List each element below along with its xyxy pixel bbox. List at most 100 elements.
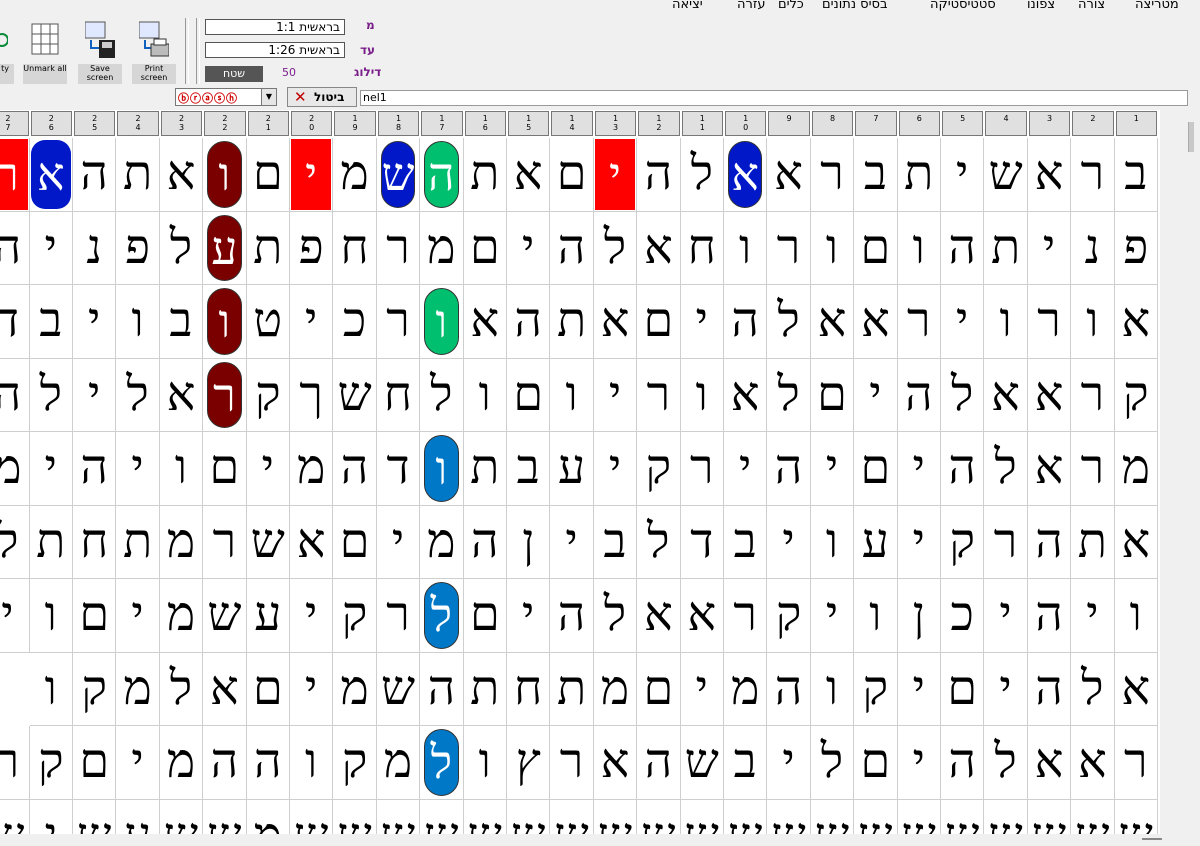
column-header[interactable]: 9 <box>768 111 810 136</box>
matrix-cell[interactable]: י <box>376 505 421 579</box>
matrix-cell[interactable]: כ <box>333 285 377 359</box>
matrix-cell[interactable]: ם <box>507 358 551 432</box>
matrix-cell[interactable]: י <box>246 432 290 506</box>
matrix-cell[interactable]: א <box>724 358 768 432</box>
matrix-cell[interactable]: ו <box>1071 285 1115 359</box>
column-header[interactable]: 1 9 <box>334 111 376 136</box>
matrix-cell[interactable]: י <box>507 211 551 285</box>
matrix-cell[interactable]: א <box>463 285 507 359</box>
matrix-cell[interactable]: ת <box>984 211 1028 285</box>
matrix-cell[interactable]: ר <box>0 138 30 212</box>
matrix-cell[interactable]: ו <box>116 285 160 359</box>
matrix-cell[interactable]: ו <box>420 432 464 506</box>
matrix-cell[interactable]: ר <box>550 726 594 800</box>
matrix-cell[interactable]: ה <box>767 652 811 726</box>
matrix-cell[interactable]: ל <box>159 652 204 726</box>
matrix-cell[interactable]: ב <box>854 138 898 212</box>
matrix-cell[interactable]: ה <box>550 211 594 285</box>
column-header[interactable]: 2 <box>1072 111 1114 136</box>
matrix-cell[interactable]: ק <box>941 505 985 579</box>
matrix-cell[interactable]: ם <box>854 726 898 800</box>
menu-item-4[interactable]: בסיס נתונים <box>822 0 887 12</box>
matrix-cell[interactable]: פ <box>1114 211 1158 285</box>
matrix-cell[interactable]: ה <box>1027 579 1072 653</box>
matrix-cell[interactable]: י <box>507 579 551 653</box>
menu-item-6[interactable]: עזרה <box>737 0 765 12</box>
matrix-cell[interactable]: מ <box>593 652 638 726</box>
matrix-cell[interactable]: ד <box>0 285 30 359</box>
matrix-cell[interactable]: מ <box>116 652 160 726</box>
column-header[interactable]: 1 1 <box>681 111 723 136</box>
matrix-cell[interactable]: ש <box>681 799 724 834</box>
matrix-cell[interactable]: ע <box>116 799 160 834</box>
matrix-cell[interactable]: ת <box>897 138 941 212</box>
matrix-cell[interactable]: ר <box>724 579 768 653</box>
matrix-cell[interactable]: ת <box>29 505 73 579</box>
matrix-cell[interactable]: ו <box>550 358 594 432</box>
matrix-cell[interactable]: י <box>290 138 334 212</box>
matrix-cell[interactable]: י <box>290 579 334 653</box>
menu-item-2[interactable]: צפונו <box>1027 0 1055 12</box>
matrix-cell[interactable]: ש <box>984 138 1028 212</box>
matrix-cell[interactable]: ה <box>637 726 681 800</box>
chevron-down-icon[interactable]: ▼ <box>261 89 276 105</box>
matrix-cell[interactable]: ה <box>463 505 507 579</box>
matrix-cell[interactable]: ש <box>203 799 247 834</box>
matrix-cell[interactable]: ק <box>73 652 117 726</box>
matrix-cell[interactable]: ה <box>637 138 681 212</box>
matrix-cell[interactable]: ה <box>1027 652 1072 726</box>
matrix-cell[interactable]: ן <box>897 579 941 653</box>
matrix-cell[interactable]: ש <box>680 726 724 800</box>
matrix-cell[interactable]: ו <box>463 358 507 432</box>
matrix-cell[interactable]: ה <box>203 726 247 800</box>
menu-item-1[interactable]: צורה <box>1078 0 1105 12</box>
matrix-cell[interactable]: ר <box>637 358 681 432</box>
matrix-cell[interactable]: ש <box>898 799 941 834</box>
matrix-cell[interactable]: י <box>593 138 638 212</box>
matrix-cell[interactable]: ש <box>376 138 421 212</box>
column-header[interactable]: 1 8 <box>377 111 420 136</box>
matrix-cell[interactable]: ה <box>1027 505 1072 579</box>
matrix-cell[interactable]: מ <box>420 505 464 579</box>
matrix-cell[interactable]: א <box>854 285 898 359</box>
column-header[interactable]: 2 3 <box>160 111 203 136</box>
column-header[interactable]: 2 2 <box>204 111 246 136</box>
matrix-cell[interactable]: ר <box>1071 358 1115 432</box>
column-header[interactable]: 1 6 <box>464 111 506 136</box>
matrix-cell[interactable]: ת <box>550 285 594 359</box>
matrix-cell[interactable]: ת <box>116 138 160 212</box>
matrix-cell[interactable]: ר <box>203 505 247 579</box>
matrix-cell[interactable]: ה <box>0 358 30 432</box>
matrix-cell[interactable]: ח <box>376 358 421 432</box>
matrix-cell[interactable]: ת <box>116 505 160 579</box>
matrix-cell[interactable]: ל <box>941 358 985 432</box>
print-screen-button[interactable]: Print screen <box>131 16 177 84</box>
matrix-cell[interactable]: ם <box>463 211 507 285</box>
cancel-button[interactable]: ✕ ביטול <box>287 87 357 107</box>
save-screen-button[interactable]: Save screen <box>77 16 123 84</box>
matrix-cell[interactable]: ש <box>637 799 681 834</box>
matrix-cell[interactable]: ר <box>1071 432 1115 506</box>
matrix-cell[interactable]: י <box>897 726 941 800</box>
matrix-cell[interactable]: ק <box>1114 358 1158 432</box>
matrix-cell[interactable]: ר <box>897 285 941 359</box>
matrix-cell[interactable]: י <box>897 505 941 579</box>
skip-value[interactable]: 50 <box>282 66 296 79</box>
matrix-cell[interactable]: נ <box>1071 211 1115 285</box>
matrix-cell[interactable]: א <box>203 652 247 726</box>
matrix-cell[interactable]: ק <box>333 726 377 800</box>
matrix-cell[interactable]: ש <box>333 358 377 432</box>
matrix-cell[interactable]: ר <box>1071 138 1115 212</box>
matrix-cell[interactable]: ל <box>593 579 638 653</box>
matrix-cell[interactable]: ח <box>507 652 551 726</box>
vertical-scrollbar[interactable] <box>1160 110 1200 834</box>
matrix-cell[interactable]: ר <box>767 211 811 285</box>
matrix-cell[interactable]: ם <box>73 726 117 800</box>
matrix-cell[interactable]: א <box>159 138 204 212</box>
matrix-cell[interactable]: ח <box>680 211 724 285</box>
matrix-cell[interactable]: י <box>984 652 1028 726</box>
matrix-cell[interactable]: ת <box>463 138 507 212</box>
matrix-cell[interactable]: ת <box>246 211 290 285</box>
matrix-cell[interactable]: ב <box>1114 138 1158 212</box>
matrix-cell[interactable]: ה <box>333 432 377 506</box>
